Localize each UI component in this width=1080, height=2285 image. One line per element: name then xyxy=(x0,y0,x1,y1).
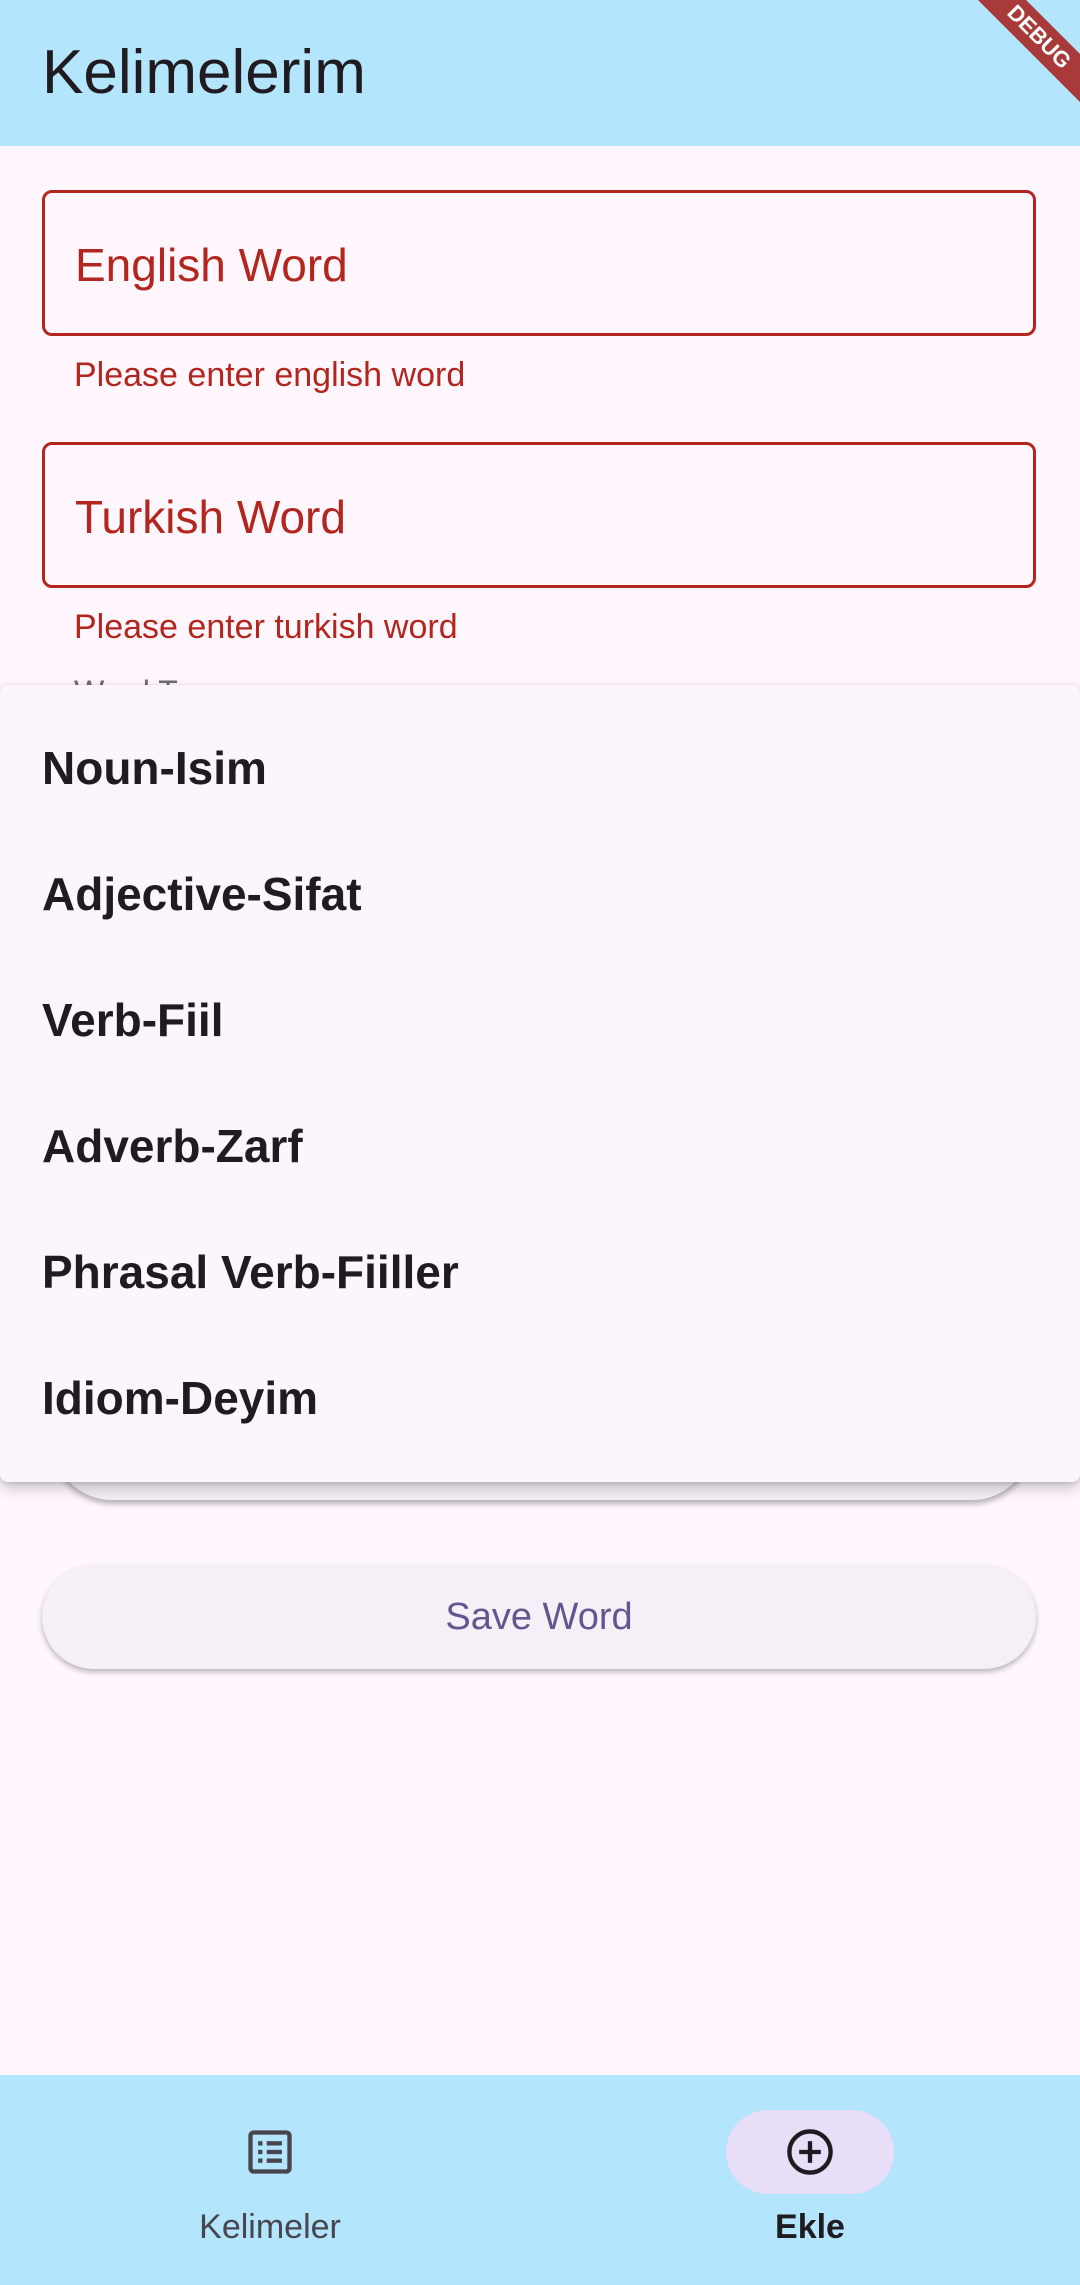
list-icon xyxy=(248,2130,292,2174)
menu-item-idiom[interactable]: Idiom-Deyim xyxy=(0,1335,1080,1461)
save-word-button[interactable]: Save Word xyxy=(42,1565,1036,1669)
nav-item-ekle[interactable]: Ekle xyxy=(540,2075,1080,2285)
add-circle-icon xyxy=(787,2129,833,2175)
english-word-error: Please enter english word xyxy=(74,356,466,394)
nav-label-ekle: Ekle xyxy=(775,2208,845,2246)
nav-label-kelimeler: Kelimeler xyxy=(199,2208,341,2246)
menu-item-noun[interactable]: Noun-Isim xyxy=(0,705,1080,831)
nav-indicator-active xyxy=(726,2110,894,2194)
word-type-menu: Noun-Isim Adjective-Sifat Verb-Fiil Adve… xyxy=(0,685,1080,1482)
english-word-label: English Word xyxy=(75,239,348,291)
english-word-field[interactable]: English Word xyxy=(42,190,1036,336)
turkish-word-label: Turkish Word xyxy=(75,491,346,543)
menu-item-phrasal-verb[interactable]: Phrasal Verb-Fiiller xyxy=(0,1209,1080,1335)
turkish-word-field[interactable]: Turkish Word xyxy=(42,442,1036,588)
turkish-word-error: Please enter turkish word xyxy=(74,608,458,646)
debug-banner: DEBUG xyxy=(952,0,1080,124)
menu-item-verb[interactable]: Verb-Fiil xyxy=(0,957,1080,1083)
menu-item-adverb[interactable]: Adverb-Zarf xyxy=(0,1083,1080,1209)
nav-item-kelimeler[interactable]: Kelimeler xyxy=(0,2075,540,2285)
nav-indicator xyxy=(186,2110,354,2194)
menu-item-adjective[interactable]: Adjective-Sifat xyxy=(0,831,1080,957)
page-title: Kelimelerim xyxy=(42,38,366,107)
bottom-navigation: Kelimeler Ekle xyxy=(0,2075,1080,2285)
app-bar: Kelimelerim DEBUG xyxy=(0,0,1080,146)
